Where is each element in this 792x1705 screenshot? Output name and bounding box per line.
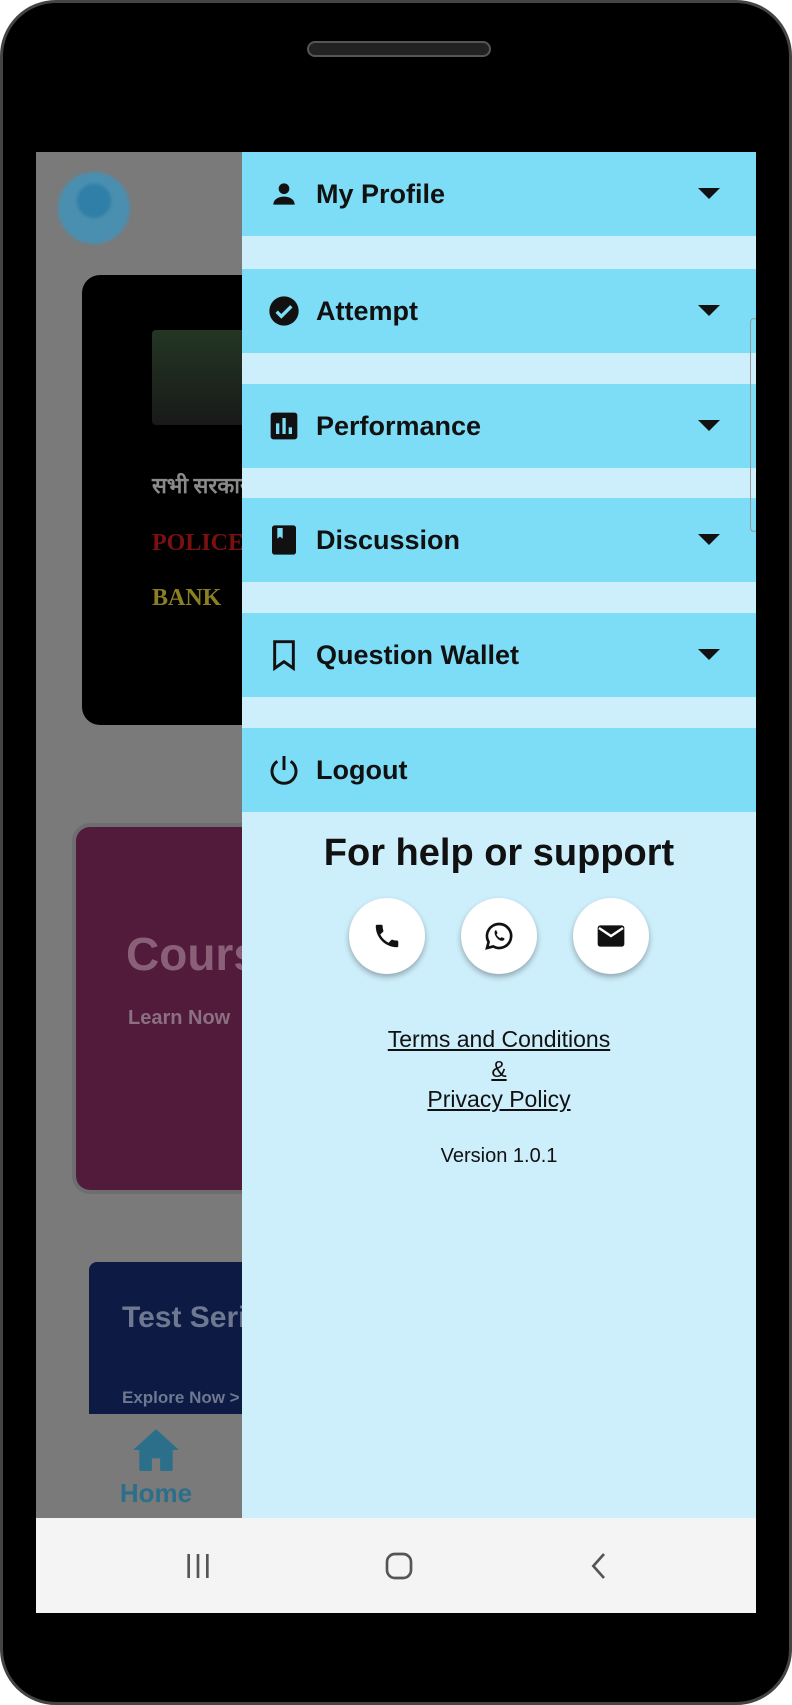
whatsapp-icon bbox=[485, 922, 513, 950]
chevron-down-icon[interactable] bbox=[698, 305, 720, 316]
menu-item-logout[interactable]: Logout bbox=[242, 728, 756, 812]
help-title: For help or support bbox=[323, 832, 675, 874]
menu-item-label: Question Wallet bbox=[316, 639, 520, 670]
menu-item-attempt[interactable]: Attempt bbox=[242, 269, 756, 353]
privacy-link[interactable]: Privacy Policy bbox=[242, 1084, 756, 1114]
menu-item-question-wallet[interactable]: Question Wallet bbox=[242, 613, 756, 697]
bookmark-icon bbox=[273, 640, 295, 671]
bar-chart-icon bbox=[270, 412, 298, 440]
scrollbar[interactable] bbox=[750, 318, 756, 532]
menu-item-discussion[interactable]: Discussion bbox=[242, 498, 756, 582]
email-icon bbox=[597, 925, 625, 947]
home-label: Home bbox=[119, 1478, 193, 1508]
course-subtitle: Learn Now bbox=[128, 1007, 231, 1029]
ampersand: & bbox=[491, 1056, 507, 1082]
book-icon bbox=[272, 525, 296, 555]
terms-link[interactable]: Terms and Conditions bbox=[242, 1024, 756, 1054]
power-icon bbox=[270, 756, 298, 785]
chevron-down-icon[interactable] bbox=[698, 420, 720, 431]
version-text: Version 1.0.1 bbox=[440, 1145, 558, 1167]
whatsapp-button[interactable] bbox=[461, 898, 537, 974]
recent-apps-icon[interactable] bbox=[182, 1550, 214, 1582]
chevron-down-icon[interactable] bbox=[698, 534, 720, 545]
email-button[interactable] bbox=[573, 898, 649, 974]
course-title: Cours bbox=[126, 928, 259, 980]
menu-item-label: Performance bbox=[316, 410, 482, 441]
chevron-down-icon[interactable] bbox=[698, 188, 720, 199]
menu-item-label: Discussion bbox=[316, 524, 461, 555]
phone-icon bbox=[375, 924, 399, 948]
menu-item-label: Logout bbox=[316, 754, 408, 785]
menu-item-my-profile[interactable]: My Profile bbox=[242, 152, 756, 236]
banner-bank-text: BANK bbox=[152, 585, 222, 611]
navigation-drawer: My Profile Attempt Performance Discussio… bbox=[242, 152, 756, 1518]
avatar[interactable] bbox=[58, 172, 130, 244]
banner-police-text: POLICE bbox=[152, 530, 245, 556]
bottom-nav-home[interactable]: Home bbox=[116, 1427, 196, 1509]
menu-item-label: My Profile bbox=[316, 178, 446, 209]
check-circle-icon bbox=[269, 296, 299, 326]
test-series-subtitle: Explore Now > bbox=[122, 1388, 240, 1407]
system-nav-bar bbox=[36, 1518, 756, 1613]
home-icon bbox=[133, 1429, 179, 1471]
legal-links: Terms and Conditions & Privacy Policy bbox=[242, 1024, 756, 1114]
screen: सभी सरकारी नौ POLICE BANK Cours Learn No… bbox=[36, 152, 756, 1518]
menu-item-label: Attempt bbox=[316, 295, 418, 326]
chevron-down-icon[interactable] bbox=[698, 649, 720, 660]
phone-button[interactable] bbox=[349, 898, 425, 974]
speaker-grille bbox=[307, 41, 491, 57]
back-icon[interactable] bbox=[584, 1550, 616, 1582]
menu-item-performance[interactable]: Performance bbox=[242, 384, 756, 468]
home-button-icon[interactable] bbox=[383, 1550, 415, 1582]
person-icon bbox=[273, 183, 295, 205]
